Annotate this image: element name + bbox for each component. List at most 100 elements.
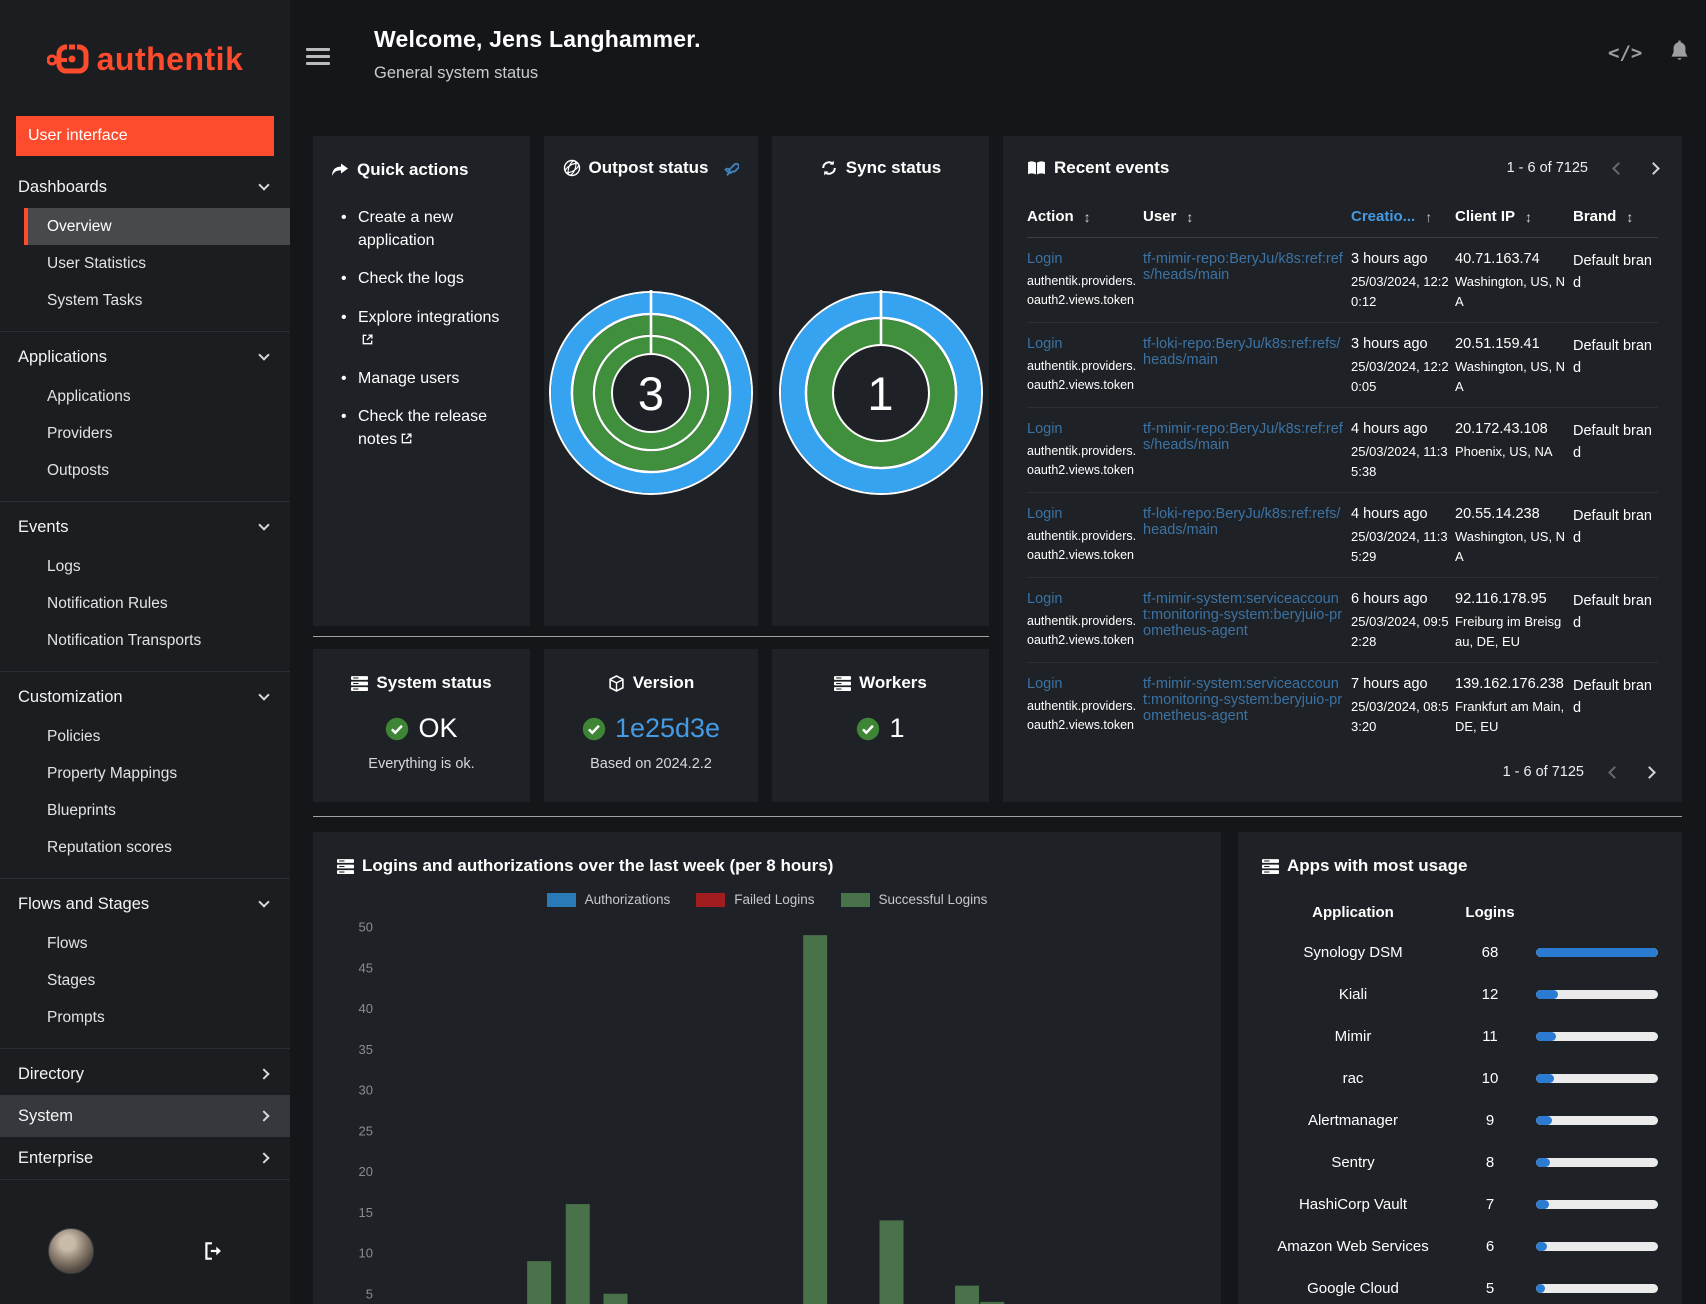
- event-time-absolute: 25/03/2024, 11:35:38: [1351, 444, 1448, 479]
- event-user-link[interactable]: tf-loki-repo:BeryJu/k8s:ref:refs/heads/m…: [1143, 506, 1345, 538]
- app-usage-row: Sentry 8: [1262, 1152, 1658, 1173]
- column-header-user[interactable]: User ↕: [1143, 208, 1345, 225]
- app-login-count: 8: [1485, 1154, 1495, 1171]
- sidebar-section-dashboards[interactable]: Dashboards: [0, 166, 290, 208]
- link-icon[interactable]: [722, 160, 740, 177]
- sidebar-section-system[interactable]: System: [0, 1095, 290, 1137]
- event-user-link[interactable]: tf-loki-repo:BeryJu/k8s:ref:refs/heads/m…: [1143, 336, 1345, 368]
- event-action-link[interactable]: Login: [1027, 591, 1137, 607]
- event-action-link[interactable]: Login: [1027, 251, 1137, 267]
- event-user-link[interactable]: tf-mimir-repo:BeryJu/k8s:ref:refs/heads/…: [1143, 421, 1345, 453]
- hamburger-menu-icon[interactable]: [306, 48, 330, 67]
- authentik-logo: authentik: [0, 0, 290, 88]
- sidebar-section-flows-and-stages[interactable]: Flows and Stages: [0, 883, 290, 925]
- sidebar-section-group: System: [0, 1095, 290, 1137]
- system-status-caption: Everything is ok.: [368, 756, 475, 772]
- event-time-relative: 7 hours ago: [1351, 676, 1428, 692]
- sidebar-section-applications[interactable]: Applications: [0, 336, 290, 378]
- column-label: User: [1143, 208, 1177, 225]
- quick-action-link-check-the-logs[interactable]: Check the logs: [341, 267, 512, 290]
- sidebar-section-customization[interactable]: Customization: [0, 676, 290, 718]
- column-header-brand[interactable]: Brand ↕: [1573, 208, 1656, 225]
- column-header-action[interactable]: Action ↕: [1027, 208, 1137, 225]
- sidebar-section-enterprise[interactable]: Enterprise: [0, 1137, 290, 1179]
- quick-action-link-create-a-new-application[interactable]: Create a new application: [341, 206, 512, 252]
- event-client-ip: 20.51.159.41: [1455, 336, 1540, 352]
- sidebar-section-directory[interactable]: Directory: [0, 1053, 290, 1095]
- quick-action-link-check-the-release-notes[interactable]: Check the release notes: [341, 405, 512, 451]
- column-header-client-ip[interactable]: Client IP ↕: [1455, 208, 1567, 225]
- quick-action-label: Create a new application: [358, 209, 454, 250]
- sidebar-item-prompts[interactable]: Prompts: [0, 999, 290, 1036]
- event-action-link[interactable]: Login: [1027, 676, 1137, 692]
- event-ip-cell: 92.116.178.95 Freiburg im Breisgau, DE, E…: [1455, 591, 1567, 651]
- app-login-count: 5: [1485, 1280, 1495, 1297]
- page-next-icon[interactable]: [1643, 765, 1656, 779]
- sort-ascending-icon: ↑: [1425, 208, 1433, 225]
- page-next-icon[interactable]: [1647, 161, 1660, 175]
- sign-out-icon[interactable]: [202, 1240, 224, 1267]
- app-usage-bar-fill: [1536, 1284, 1545, 1293]
- sidebar-item-outposts[interactable]: Outposts: [0, 452, 290, 489]
- sidebar-item-notification-rules[interactable]: Notification Rules: [0, 585, 290, 622]
- sidebar-item-system-tasks[interactable]: System Tasks: [0, 282, 290, 319]
- event-action-link[interactable]: Login: [1027, 421, 1137, 437]
- sidebar-item-applications[interactable]: Applications: [0, 378, 290, 415]
- app-usage-bar: [1536, 948, 1658, 957]
- event-user-link[interactable]: tf-mimir-repo:BeryJu/k8s:ref:refs/heads/…: [1143, 251, 1345, 283]
- sidebar-item-notification-transports[interactable]: Notification Transports: [0, 622, 290, 659]
- notifications-bell-icon[interactable]: [1668, 40, 1691, 69]
- bar-successful-logins: [527, 1261, 552, 1304]
- apps-col-logins: Logins: [1465, 904, 1515, 921]
- pagination-label: 1 - 6 of 7125: [1502, 764, 1584, 780]
- app-usage-bar: [1536, 1158, 1658, 1167]
- system-status-title: System status: [376, 673, 492, 692]
- user-interface-button[interactable]: User interface: [16, 116, 274, 156]
- app-usage-bar-fill: [1536, 1242, 1547, 1251]
- logins-chart-card: Logins and authorizations over the last …: [313, 832, 1221, 1304]
- outpost-status-title: Outpost status: [588, 158, 709, 177]
- book-icon: [1028, 161, 1045, 175]
- sidebar-item-property-mappings[interactable]: Property Mappings: [0, 755, 290, 792]
- event-action-link[interactable]: Login: [1027, 506, 1137, 522]
- sidebar-item-logs[interactable]: Logs: [0, 548, 290, 585]
- version-value-link[interactable]: 1e25d3e: [615, 713, 720, 744]
- event-ip-cell: 20.51.159.41 Washington, US, NA: [1455, 336, 1567, 396]
- chart-title: Logins and authorizations over the last …: [362, 856, 834, 875]
- sidebar-item-user-statistics[interactable]: User Statistics: [0, 245, 290, 282]
- sidebar-item-blueprints[interactable]: Blueprints: [0, 792, 290, 829]
- event-client-ip: 20.172.43.108: [1455, 421, 1548, 437]
- event-user-link[interactable]: tf-mimir-system:serviceaccount:monitorin…: [1143, 591, 1345, 639]
- page-previous-icon[interactable]: [1608, 765, 1621, 779]
- sidebar-item-policies[interactable]: Policies: [0, 718, 290, 755]
- column-header-creatio[interactable]: Creatio... ↑: [1351, 208, 1449, 225]
- quick-action-link-explore-integrations[interactable]: Explore integrations: [341, 306, 512, 352]
- api-code-icon[interactable]: </>: [1608, 42, 1642, 64]
- sidebar-nav: Dashboards Overview User Statistics System …: [0, 166, 290, 1180]
- avatar[interactable]: [48, 1228, 94, 1274]
- sidebar-item-stages[interactable]: Stages: [0, 962, 290, 999]
- server-icon: [337, 858, 354, 874]
- app-name: Google Cloud: [1307, 1280, 1399, 1297]
- quick-action-label: Explore integrations: [358, 308, 500, 326]
- event-user-link[interactable]: tf-mimir-system:serviceaccount:monitorin…: [1143, 676, 1345, 724]
- page-previous-icon[interactable]: [1612, 161, 1625, 175]
- table-row: Login authentik.providers.oauth2.views.to…: [1027, 408, 1658, 493]
- server-icon: [351, 675, 369, 691]
- app-usage-bar-fill: [1536, 1200, 1549, 1209]
- event-action-link[interactable]: Login: [1027, 336, 1137, 352]
- app-usage-row: HashiCorp Vault 7: [1262, 1194, 1658, 1215]
- quick-action-link-manage-users[interactable]: Manage users: [341, 367, 512, 390]
- sidebar-item-providers[interactable]: Providers: [0, 415, 290, 452]
- app-usage-row: Kiali 12: [1262, 984, 1658, 1005]
- sidebar: authentik User interface Dashboards Overv…: [0, 0, 290, 1304]
- sidebar-item-reputation-scores[interactable]: Reputation scores: [0, 829, 290, 866]
- sidebar-item-overview[interactable]: Overview: [24, 208, 290, 245]
- quick-action-label: Check the logs: [358, 270, 464, 288]
- bar-successful-logins: [955, 1285, 980, 1304]
- sidebar-item-flows[interactable]: Flows: [0, 925, 290, 962]
- recent-events-card: Recent events 1 - 6 of 7125 Action ↕ User ↕…: [1003, 136, 1682, 802]
- events-table-header: Action ↕ User ↕ Creatio... ↑ Client IP ↕ Brand ↕: [1027, 208, 1658, 238]
- event-client-ip: 139.162.176.238: [1455, 676, 1564, 692]
- sidebar-section-events[interactable]: Events: [0, 506, 290, 548]
